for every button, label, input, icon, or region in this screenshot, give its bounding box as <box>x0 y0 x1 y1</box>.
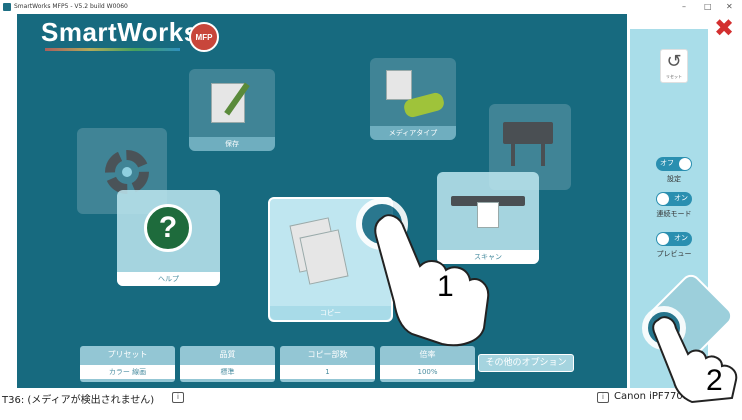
tile-save[interactable]: 保存 <box>189 69 275 151</box>
toggle-knob <box>657 193 669 205</box>
printer-leg <box>511 144 515 166</box>
option-value: 標準 <box>180 365 275 379</box>
toggle-knob <box>679 158 691 170</box>
step-number: 2 <box>706 364 723 397</box>
printer-leg <box>541 144 545 166</box>
logo-underline <box>45 48 180 51</box>
option-title: コピー部数 <box>307 350 348 359</box>
pointing-hand-icon <box>652 316 738 404</box>
option-quality[interactable]: 品質 標準 <box>180 346 275 382</box>
other-options-button[interactable]: その他のオプション <box>478 354 574 372</box>
option-scale[interactable]: 倍率 100% <box>380 346 475 382</box>
printer-icon <box>503 122 553 144</box>
toggle-state: オン <box>674 194 688 202</box>
step-number: 1 <box>437 270 454 303</box>
title-bar: SmartWorks MFP5 - V5.2 build W0060 – □ ✕ <box>0 0 742 14</box>
option-title: プリセット <box>107 350 148 359</box>
option-value: 1 <box>280 365 375 379</box>
option-preset[interactable]: プリセット カラー 線画 <box>80 346 175 382</box>
app-logo: SmartWorks <box>41 17 199 47</box>
option-value: カラー 線画 <box>80 365 175 379</box>
toggle-state: オフ <box>660 159 674 167</box>
tile-label: ヘルプ <box>117 272 220 286</box>
media-info-icon[interactable]: i <box>172 392 184 403</box>
copy-documents-icon <box>299 229 349 285</box>
main-canvas: SmartWorks MFP 保存 メディアタイプ ? ヘルプ コピー スキャン… <box>17 14 627 388</box>
maximize-button[interactable]: □ <box>704 2 712 11</box>
close-window-button[interactable]: ✕ <box>726 2 733 11</box>
option-title: 倍率 <box>419 350 436 359</box>
minimize-button[interactable]: – <box>682 2 686 11</box>
mfp-badge: MFP <box>189 22 219 52</box>
help-icon: ? <box>144 204 192 252</box>
toggle-caption: 連続モード <box>656 210 692 218</box>
toggle-preview[interactable]: オン <box>656 232 692 246</box>
close-icon[interactable]: ✖ <box>714 14 734 42</box>
toggle-continuous[interactable]: オン <box>656 192 692 206</box>
reset-label: リセット <box>666 74 682 79</box>
reset-button[interactable]: ↺ リセット <box>660 49 688 83</box>
toggle-caption: 設定 <box>667 175 681 183</box>
window-title: SmartWorks MFP5 - V5.2 build W0060 <box>14 3 128 10</box>
tile-label: 保存 <box>189 137 275 151</box>
tile-media-type[interactable]: メディアタイプ <box>370 58 456 140</box>
toggle-knob <box>657 233 669 245</box>
status-bar: T36: (メディアが検出されません) i i Canon iPF770: ✓ <box>0 388 742 420</box>
option-value: 100% <box>380 365 475 379</box>
gear-icon <box>105 150 149 194</box>
media-stack-icon <box>386 70 412 100</box>
option-copies[interactable]: コピー部数 1 <box>280 346 375 382</box>
app-window: SmartWorks MFP5 - V5.2 build W0060 – □ ✕… <box>0 0 742 420</box>
printer-info-icon[interactable]: i <box>597 392 609 403</box>
toggle-settings[interactable]: オフ <box>656 157 692 171</box>
media-status: T36: (メディアが検出されません) <box>2 395 155 406</box>
app-icon <box>3 3 11 11</box>
tile-label: メディアタイプ <box>370 126 456 140</box>
reset-icon: ↺ <box>666 51 682 72</box>
option-title: 品質 <box>219 350 236 359</box>
tile-help[interactable]: ? ヘルプ <box>117 190 220 286</box>
toggle-state: オン <box>674 234 688 242</box>
toggle-caption: プレビュー <box>656 250 692 258</box>
